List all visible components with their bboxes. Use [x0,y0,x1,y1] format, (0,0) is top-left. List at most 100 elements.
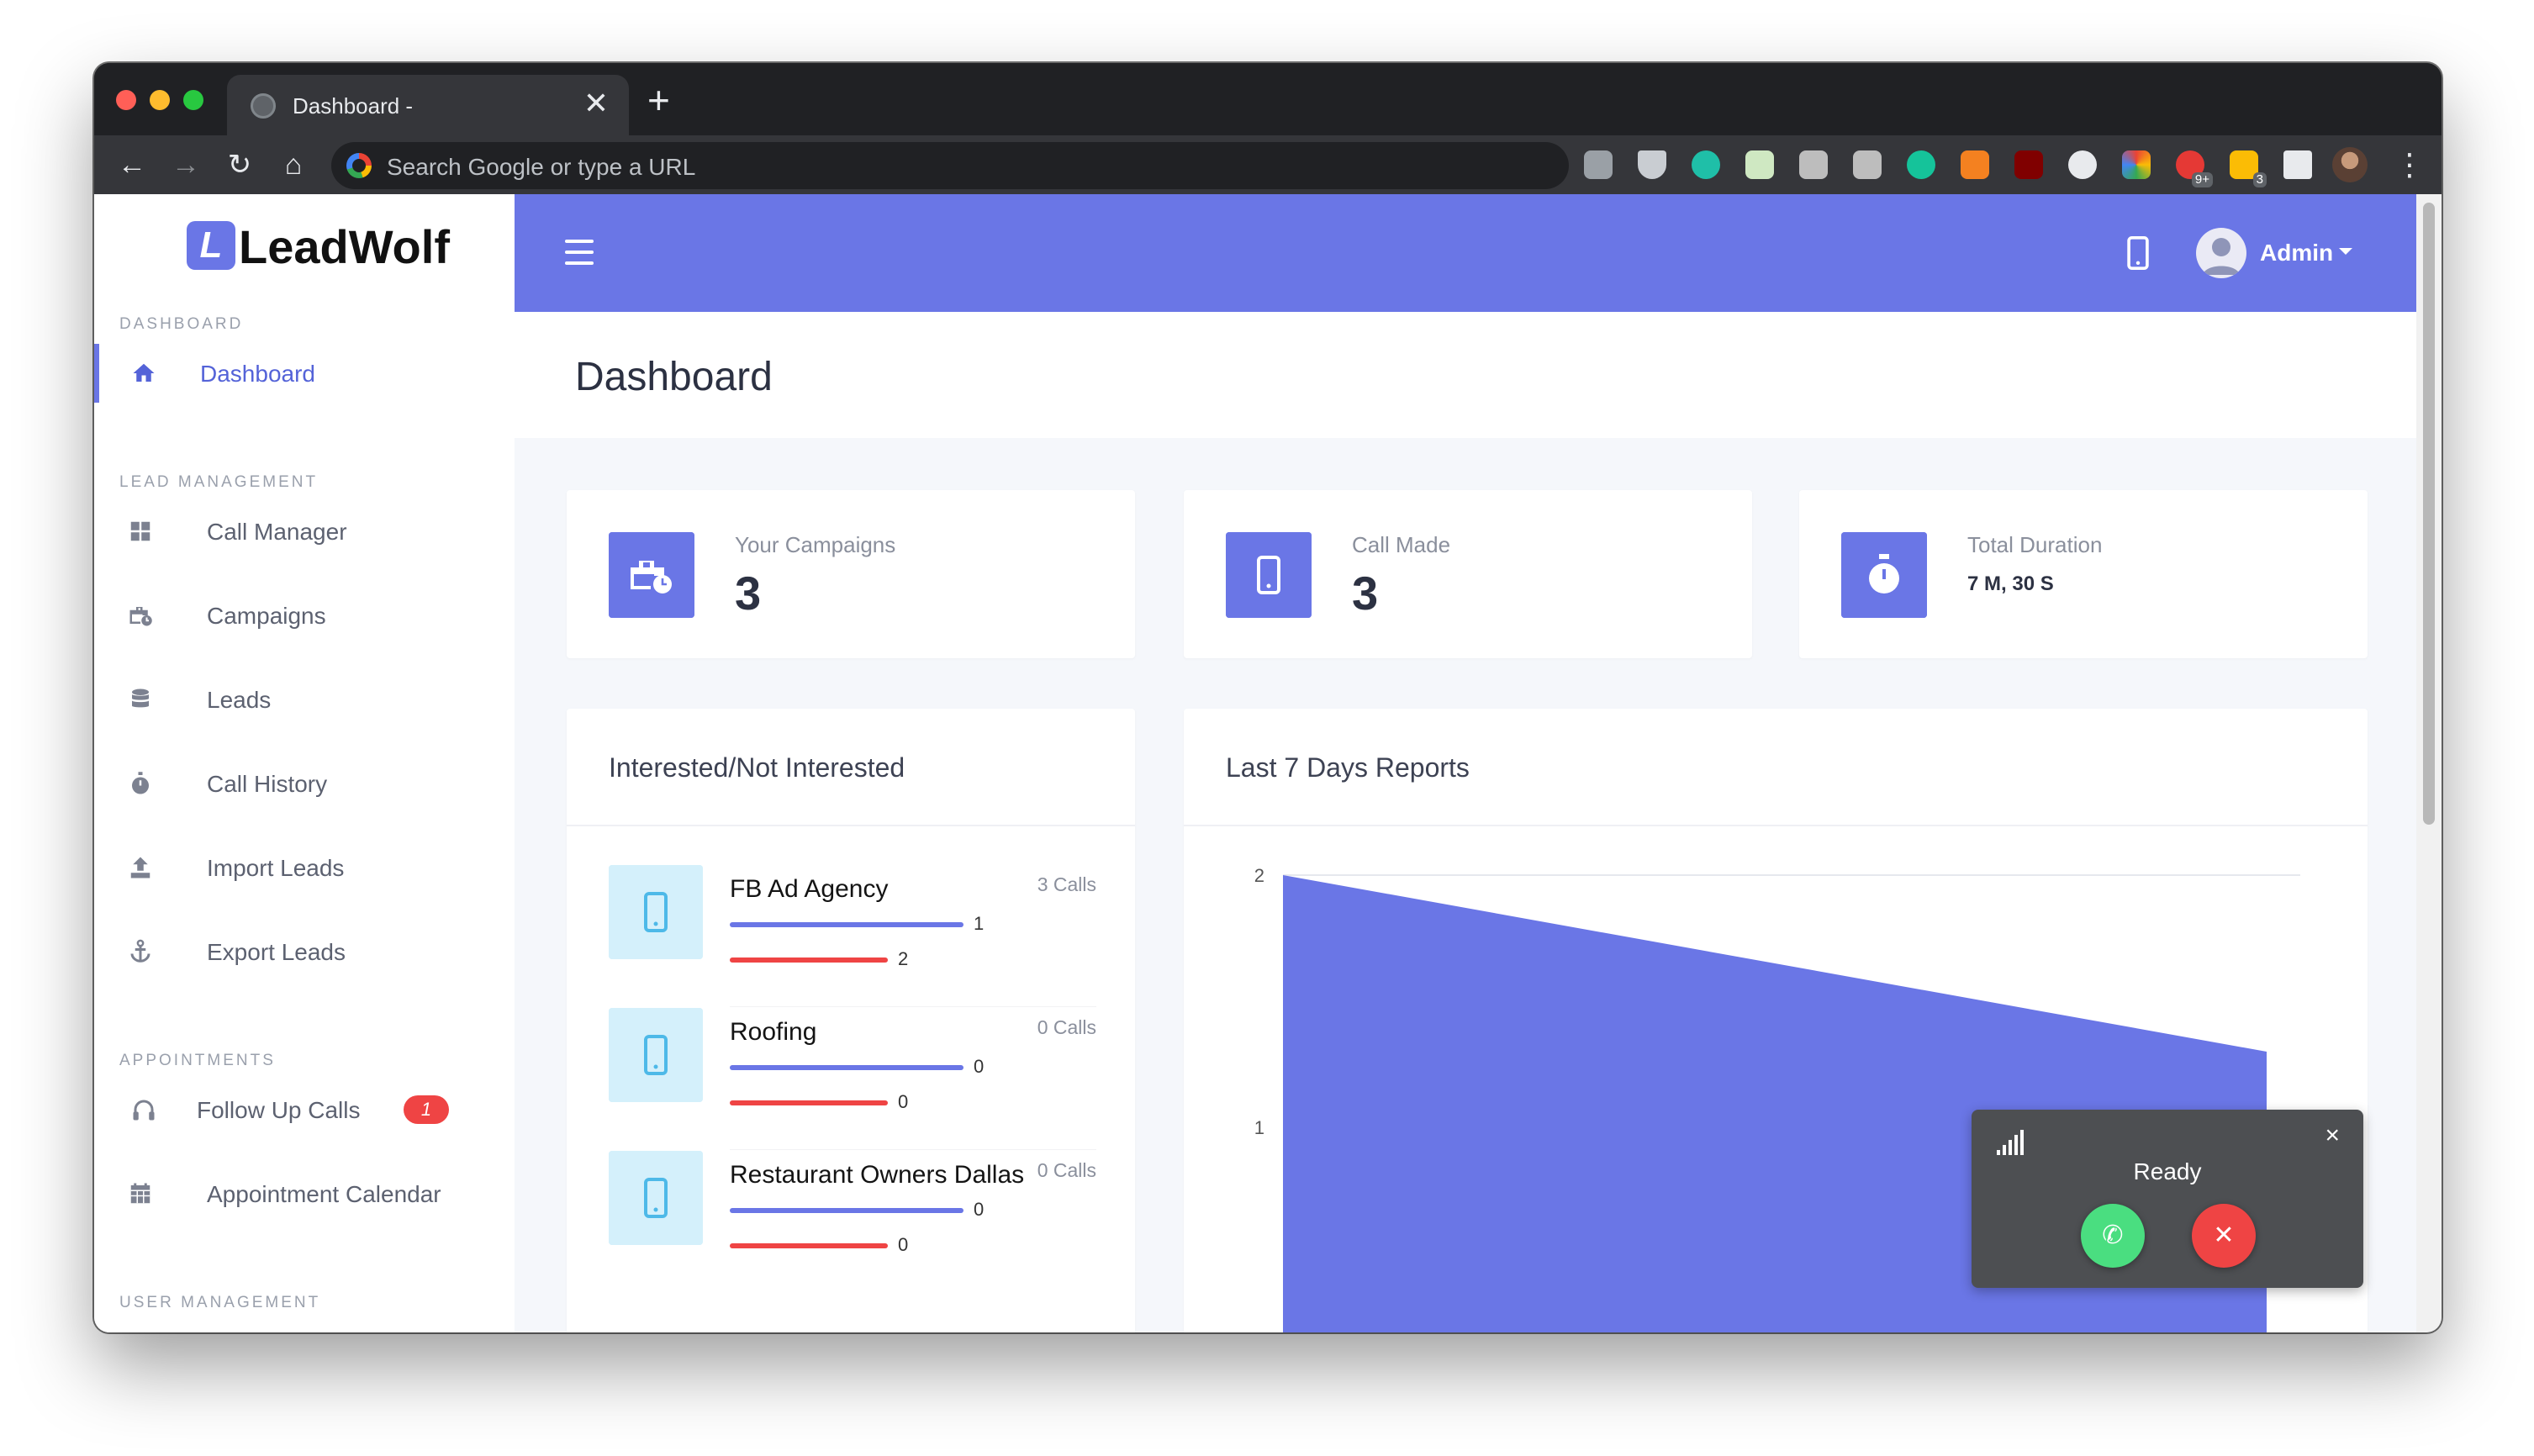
bulb-extension-icon[interactable] [1799,150,1828,179]
interest-card: Interested/Not Interested FB Ad Agency 3… [567,709,1135,1332]
sidebar-item-follow-up-calls[interactable]: Follow Up Calls 1 [94,1080,515,1139]
camera-extension-icon[interactable] [1853,150,1882,179]
globe-icon [251,93,276,119]
back-button[interactable]: ← [113,145,151,184]
campaign-row[interactable]: Restaurant Owners Dallas 0 Calls 0 0 [609,1151,1096,1294]
puzzle-extensions-icon[interactable] [2283,150,2312,179]
menu-toggle-icon[interactable] [565,240,594,265]
briefcase-clock-icon [129,607,152,626]
briefcase-clock-icon [609,532,694,618]
sidebar-item-leads[interactable]: Leads [94,670,515,729]
m-extension-icon[interactable] [1692,150,1720,179]
not-interested-count: 0 [898,1091,909,1112]
grid-icon [130,521,150,541]
new-tab-button[interactable]: + [647,80,670,120]
hangup-call-button[interactable]: ✕ [2192,1204,2256,1268]
browser-menu-icon[interactable]: ⋮ [2394,145,2425,184]
browser-tab[interactable]: Dashboard - ✕ [227,75,629,135]
logo-mark: L [187,221,235,270]
stat-card-duration: Total Duration 7 M, 30 S [1799,490,2368,658]
campaign-calls: 3 Calls [1037,873,1096,895]
google-icon [346,153,372,178]
dialer-status: Ready [2133,1158,2202,1184]
stat-label: Total Duration [1967,532,2103,557]
interested-bar [730,922,963,927]
gear-extension-icon[interactable] [2068,150,2097,179]
mobile-phone-icon [609,1008,703,1102]
grammarly-extension-icon[interactable] [1907,150,1935,179]
mobile-phone-icon [609,1151,703,1245]
interested-bar [730,1208,963,1213]
sidebar-item-export-leads[interactable]: Export Leads [94,922,515,981]
page-title: Dashboard [575,355,773,399]
maximize-window-button[interactable] [183,90,203,110]
home-icon [133,363,155,382]
sidebar-item-campaigns[interactable]: Campaigns [94,586,515,645]
address-bar-placeholder: Search Google or type a URL [387,154,696,180]
not-interested-count: 0 [898,1234,909,1255]
badge-extension-icon[interactable]: 9+ [2176,150,2213,187]
mobile-phone-icon[interactable] [2127,236,2149,270]
campaign-row[interactable]: FB Ad Agency 3 Calls 1 2 [609,865,1096,1008]
sidebar: L LeadWolf DASHBOARD Dashboard LEAD MANA… [94,194,515,1332]
forward-button[interactable]: → [166,145,205,184]
sidebar-item-label: Dashboard [200,361,315,387]
notification-badge: 1 [404,1095,449,1124]
interested-bar [730,1065,963,1070]
sidebar-item-appointment-calendar[interactable]: Appointment Calendar [94,1164,515,1223]
interested-count: 0 [974,1199,985,1220]
address-bar[interactable]: Search Google or type a URL [331,142,1569,189]
logo-text: LeadWolf [239,220,450,273]
sidebar-item-label: Campaigns [207,603,326,629]
stat-value: 7 M, 30 S [1967,572,2054,595]
chevron-down-icon[interactable] [2339,248,2352,255]
campaign-row[interactable]: Roofing 0 Calls 0 0 [609,1008,1096,1151]
reload-button[interactable]: ↻ [220,145,259,184]
sidebar-section-dashboard: DASHBOARD [119,315,244,333]
interested-count: 0 [974,1056,985,1077]
stat-card-campaigns: Your Campaigns 3 [567,490,1135,658]
tab-bar: Dashboard - ✕ + [94,63,2442,135]
mobile-phone-icon [1226,532,1312,618]
page-header: Dashboard [515,312,2416,438]
sidebar-item-label: Leads [207,687,272,713]
color-extension-icon[interactable] [2122,150,2151,179]
not-interested-bar [730,1100,888,1105]
mail-extension-icon[interactable] [1745,150,1774,179]
row-divider [730,1149,1096,1150]
user-icon [2203,238,2240,275]
sidebar-item-label: Follow Up Calls [197,1097,361,1123]
profile-avatar[interactable] [2332,147,2368,182]
user-avatar[interactable] [2196,228,2246,278]
ublock-extension-icon[interactable] [2014,150,2043,179]
sidebar-item-import-leads[interactable]: Import Leads [94,838,515,897]
tab-close-icon[interactable]: ✕ [583,87,609,120]
extension-icon[interactable] [1584,150,1613,179]
campaign-calls: 0 Calls [1037,1159,1096,1181]
sidebar-item-call-history[interactable]: Call History [94,754,515,813]
shield-extension-icon[interactable] [1638,150,1666,179]
close-window-button[interactable] [116,90,136,110]
browser-window: Dashboard - ✕ + ← → ↻ ⌂ Search Google or… [94,63,2442,1332]
dialer-close-icon[interactable]: × [2325,1123,2340,1148]
sidebar-item-call-manager[interactable]: Call Manager [94,502,515,561]
page-scrollbar-thumb[interactable] [2423,203,2435,825]
sidebar-item-label: Call Manager [207,519,347,545]
mobile-phone-icon [609,865,703,959]
home-button[interactable]: ⌂ [274,145,313,184]
calendar-icon [130,1183,150,1204]
answer-call-button[interactable]: ✆ [2081,1204,2145,1268]
anchor-icon [130,939,150,963]
database-icon [132,688,149,708]
minimize-window-button[interactable] [150,90,170,110]
notes-extension-icon[interactable]: 3 [2230,150,2267,187]
user-name[interactable]: Admin [2260,240,2333,266]
sidebar-section-appointments: APPOINTMENTS [119,1052,276,1069]
top-navbar: Admin [515,194,2416,312]
campaign-name: Roofing [730,1018,817,1046]
rss-extension-icon[interactable] [1961,150,1989,179]
page-viewport: L LeadWolf DASHBOARD Dashboard LEAD MANA… [94,194,2442,1332]
sidebar-item-dashboard[interactable]: Dashboard [94,344,515,403]
sidebar-item-label: Export Leads [207,939,346,965]
campaign-calls: 0 Calls [1037,1016,1096,1038]
